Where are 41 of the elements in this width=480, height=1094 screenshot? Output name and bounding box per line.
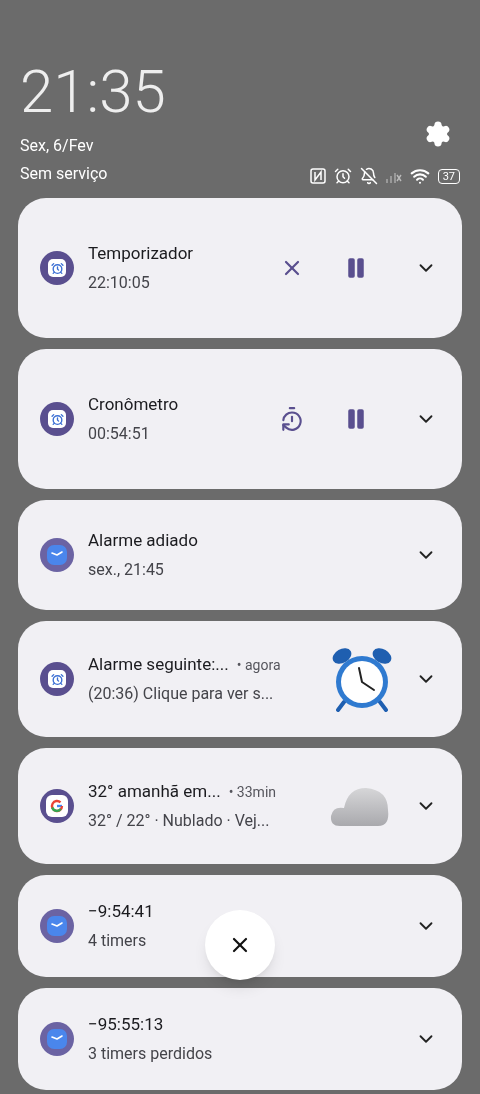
notification-title: Cronômetro	[88, 393, 179, 417]
notification-card[interactable]: 32° amanhã em... • 33min 32° / 22° · Nublado · Vej...	[18, 748, 462, 864]
notification-card[interactable]: Alarme adiado sex., 21:45	[18, 500, 462, 610]
timer-icon	[279, 406, 305, 432]
notification-text: (20:36) Clique para ver s...	[88, 682, 274, 705]
alarm-clock-icon	[330, 646, 394, 712]
settings-icon[interactable]	[424, 120, 452, 148]
clock-app-icon	[40, 1022, 74, 1056]
wifi-icon	[409, 166, 430, 186]
clock-app-icon	[40, 538, 74, 572]
notification-card[interactable]: −95:55:13 3 timers perdidos	[18, 988, 462, 1090]
notification-text: 4 timers	[88, 929, 147, 952]
notification-card[interactable]: −9:54:41 4 timers	[18, 875, 462, 977]
notification-text: 22:10:05	[88, 271, 150, 294]
notification-card[interactable]: Temporizador 22:10:05	[18, 198, 462, 338]
carrier-text: Sem serviço	[20, 163, 109, 185]
alarm-clock-icon	[50, 412, 64, 426]
notification-text: 32° / 22° · Nublado · Vej...	[88, 809, 270, 832]
notification-title: −9:54:41	[88, 900, 154, 924]
nfc-icon	[309, 168, 326, 184]
clock-time: 21:35	[20, 58, 166, 126]
alarm-clock-icon	[50, 672, 64, 686]
notification-card[interactable]: Cronômetro 00:54:51	[18, 349, 462, 489]
notification-text: 00:54:51	[88, 422, 150, 445]
notification-text: sex., 21:45	[88, 558, 164, 581]
google-app-icon	[40, 789, 74, 823]
notification-card[interactable]: Alarme seguinte:... • agora (20:36) Clique para ver s...	[18, 621, 462, 737]
notification-title: Temporizador	[88, 242, 194, 266]
date-text: Sex, 6/Fev	[20, 135, 95, 157]
muted-icon	[359, 167, 378, 185]
alarm-clock-icon	[50, 261, 64, 275]
notification-time: • 33min	[228, 783, 277, 803]
notification-title: Alarme adiado	[88, 529, 198, 553]
notification-time: • agora	[236, 656, 281, 676]
notification-text: 3 timers perdidos	[88, 1042, 213, 1065]
clock-app-icon	[40, 909, 74, 943]
notification-title: −95:55:13	[88, 1013, 164, 1037]
notification-title: 32° amanhã em...	[88, 780, 221, 804]
alarm-icon	[333, 167, 352, 185]
notification-title: Alarme seguinte:...	[88, 653, 229, 677]
battery-indicator: 37	[437, 168, 460, 184]
